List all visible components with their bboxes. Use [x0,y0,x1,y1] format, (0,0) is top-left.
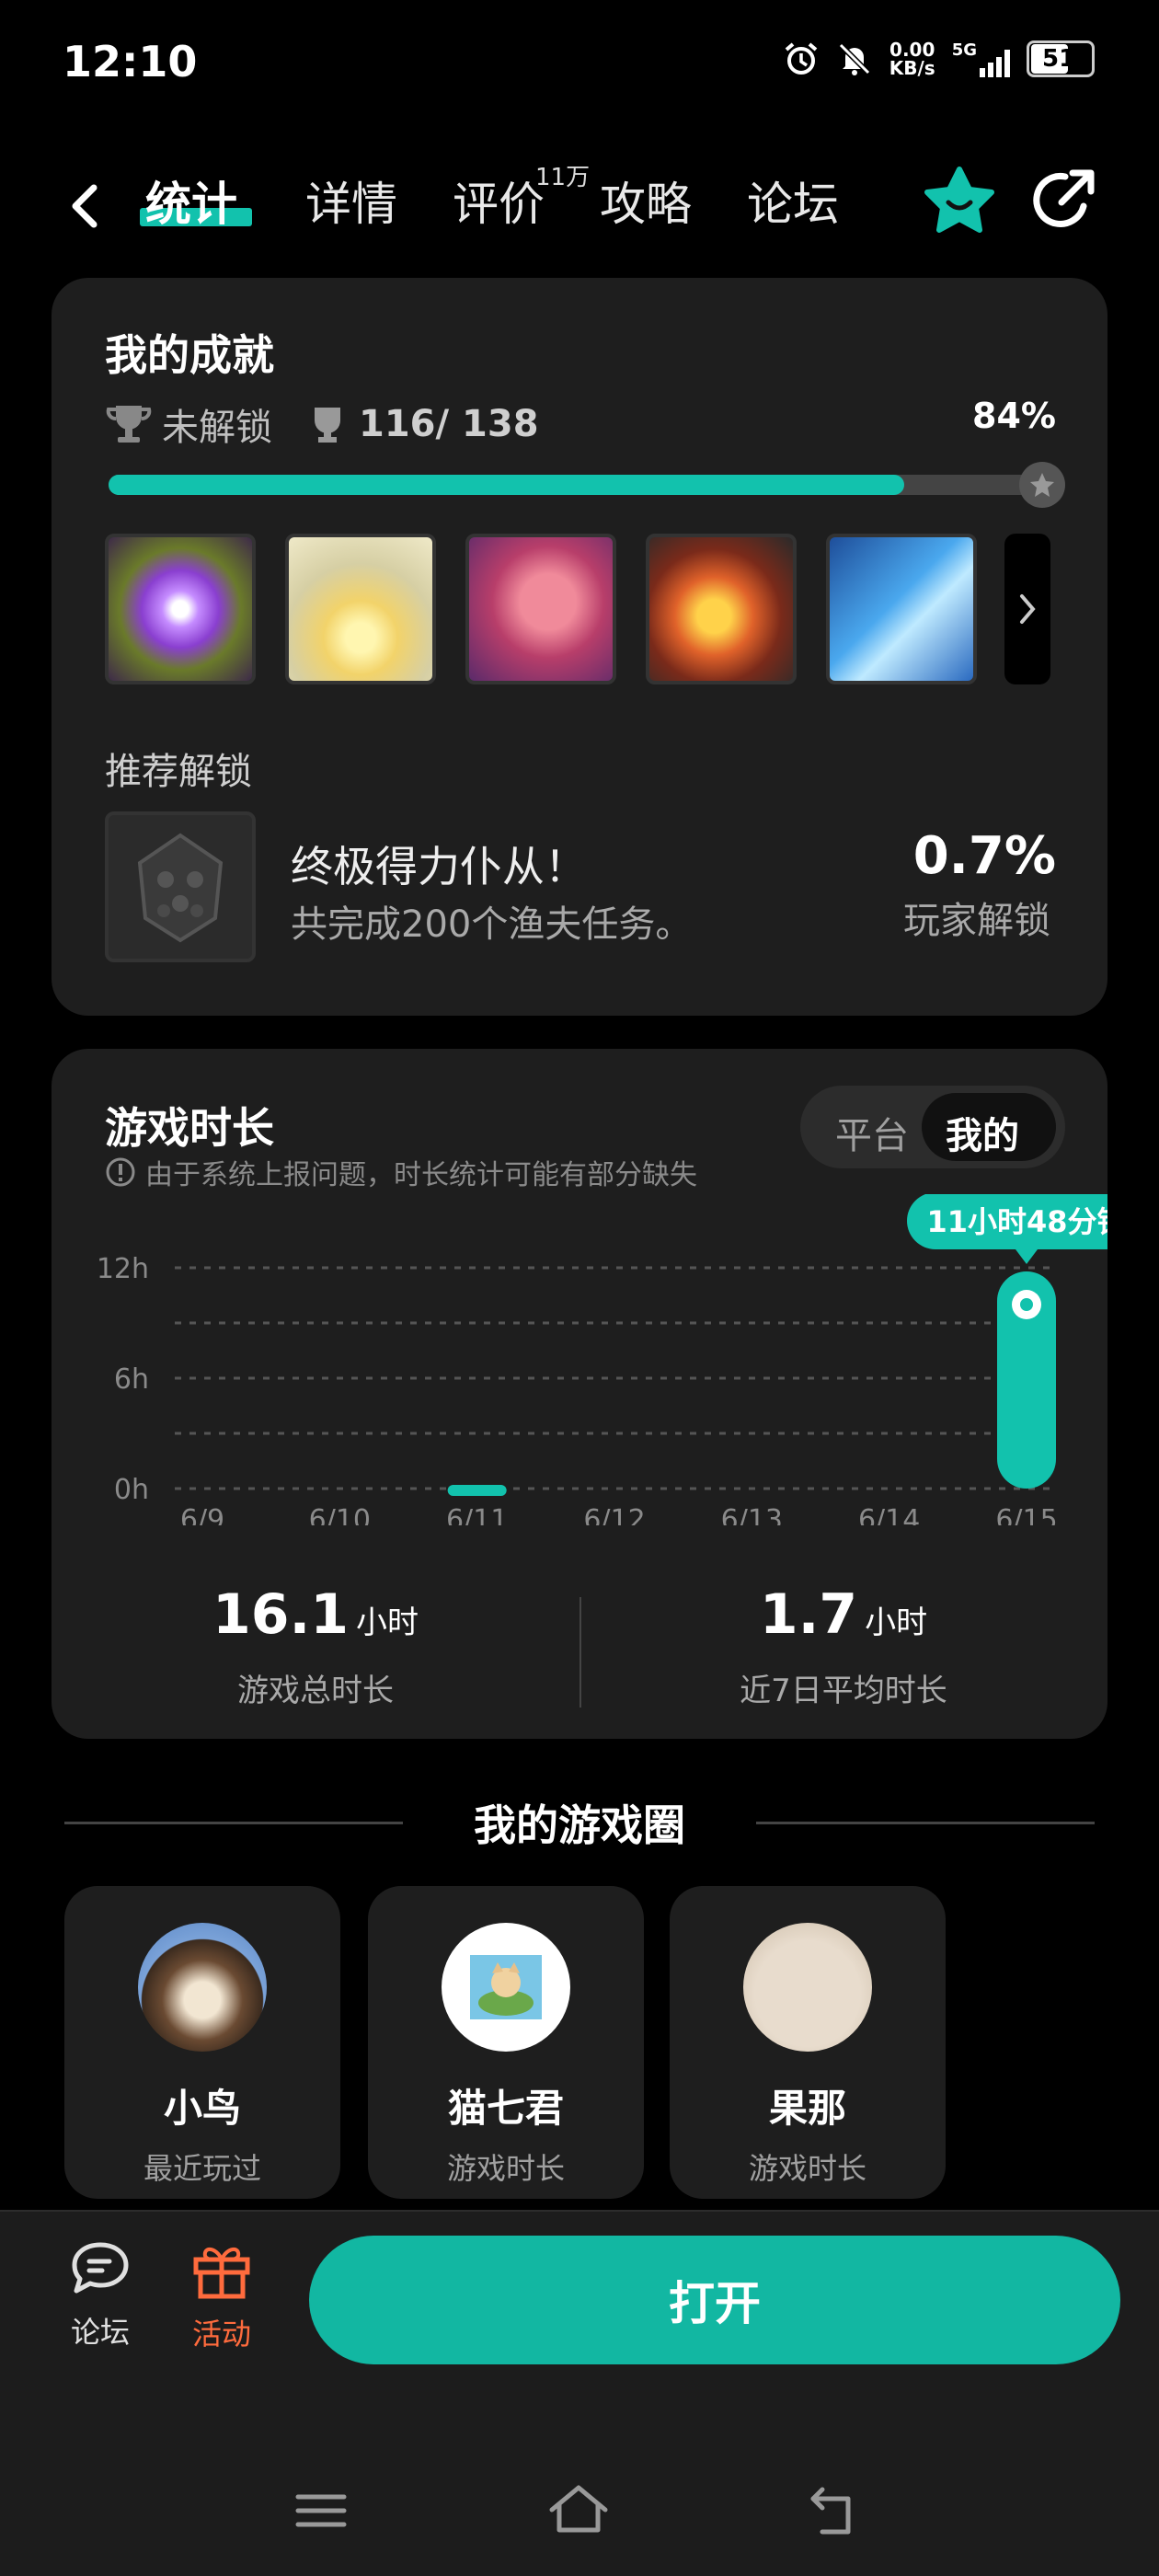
status-icons: 0.00 KB/s 5G 51 [783,40,1095,77]
more-achievements-button[interactable] [1004,534,1050,684]
share-icon[interactable] [1028,166,1098,236]
bar-value-label: 11小时48分钟 [926,1204,1107,1239]
status-bar: 12:10 0.00 KB/s 5G 51 [0,0,1159,129]
avatar [743,1923,872,2052]
alarm-icon [783,40,820,77]
recommended-name: 终极得力仆从！ [291,842,587,891]
activity-button[interactable]: 活动 [162,2239,281,2353]
total-playtime-unit: 小时 [356,1604,419,1641]
bar-marker-core [1020,1298,1033,1311]
home-icon[interactable] [546,2478,611,2543]
locked-label: 未解锁 [162,407,272,449]
achievement-thumbnails [105,534,977,684]
tab-details[interactable]: 详情 [305,167,397,234]
friend-name: 猫七君 [447,2086,564,2131]
forum-label: 论坛 [70,2315,130,2350]
bottom-action-bar: 论坛 活动 打开 [0,2210,1159,2576]
chat-bubble-icon [72,2242,129,2294]
y-tick-label: 12h [97,1253,149,1285]
top-nav: 统计 详情 评价 11万 攻略 论坛 [0,156,1159,258]
tab-forum[interactable]: 论坛 [747,167,839,234]
bubble-pointer [1016,1249,1038,1264]
playtime-note: 由于系统上报问题，时长统计可能有部分缺失 [105,1152,697,1192]
data-source-toggle: 平台 我的 [800,1086,1065,1168]
x-tick-label: 6/9 [180,1504,224,1525]
achievement-progress-bar [109,462,1065,508]
activity-label: 活动 [191,2317,251,2352]
y-tick-label: 6h [114,1363,149,1396]
clock: 12:10 [63,37,198,86]
total-playtime: 16.1 小时 游戏总时长 [52,1582,580,1710]
favorite-star-icon[interactable] [920,164,999,243]
chart-bar [447,1485,507,1496]
achievement-thumb-2[interactable] [285,534,436,684]
x-tick-label: 6/12 [583,1504,645,1525]
total-playtime-label: 游戏总时长 [237,1673,394,1709]
avatar [138,1923,267,2052]
back-icon[interactable] [804,2478,868,2543]
x-tick-label: 6/10 [309,1504,371,1525]
progress-end-icon [1019,462,1065,508]
recommended-percent-label: 玩家解锁 [903,900,1050,942]
progress-fill [109,475,905,495]
open-game-button[interactable]: 打开 [309,2236,1120,2364]
achievements-title: 我的成就 [105,330,274,380]
playtime-chart: 0h 6h 12h 6/9 6/10 6/11 6/12 6/13 6/14 6/15 11小时48… [97,1194,1107,1525]
recommended-desc: 共完成200个渔夫任务。 [291,903,693,946]
battery-icon: 51 [1027,40,1095,77]
achievement-thumb-4[interactable] [646,534,797,684]
achievement-count: 116/ 138 [359,403,539,445]
avg-playtime-label: 近7日平均时长 [740,1673,947,1709]
recommended-title: 推荐解锁 [105,751,252,793]
recommended-percent: 0.7% [912,826,1056,886]
trophy-icon [106,406,152,443]
achievement-thumb-3[interactable] [465,534,616,684]
total-playtime-value: 16.1 [212,1582,350,1647]
avg-playtime-unit: 小时 [865,1604,928,1641]
friend-sub: 最近玩过 [143,2151,261,2186]
x-tick-label: 6/11 [446,1504,508,1525]
playtime-title: 游戏时长 [105,1103,274,1153]
avg-playtime-value: 1.7 [759,1582,858,1647]
achievement-thumb-1[interactable] [105,534,256,684]
tab-stats[interactable]: 统计 [145,167,237,234]
x-tick-label: 6/13 [721,1504,783,1525]
forum-button[interactable]: 论坛 [40,2239,160,2352]
gift-icon [193,2248,250,2299]
info-icon [106,1157,135,1187]
y-tick-label: 0h [114,1474,149,1506]
achievement-thumb-5[interactable] [826,534,977,684]
recommended-achievement-image[interactable] [105,811,256,962]
game-circle-title: 我的游戏圈 [474,1800,685,1850]
friend-card[interactable]: 猫七君 游戏时长 [368,1886,644,2199]
x-tick-label: 6/14 [858,1504,920,1525]
playtime-card: 游戏时长 由于系统上报问题，时长统计可能有部分缺失 平台 我的 0h 6h 12h 6… [52,1049,1107,1739]
tab-reviews[interactable]: 评价 [453,167,545,234]
achievements-card: 我的成就 未解锁 116/ 138 84% 推荐解锁 终极得力仆从！ 共完成20… [52,278,1107,1016]
toggle-mine[interactable]: 我的 [946,1106,1019,1159]
friend-name: 小鸟 [163,2086,241,2131]
friend-sub: 游戏时长 [446,2151,565,2186]
tab-guides[interactable]: 攻略 [600,167,692,234]
mute-bell-icon [836,40,873,77]
chevron-right-icon [1020,594,1036,624]
cup-icon [315,408,340,443]
achievement-percent: 84% [972,396,1056,436]
friend-name: 果那 [768,2086,846,2131]
toggle-platform[interactable]: 平台 [835,1106,909,1159]
avg-playtime: 1.7 小时 近7日平均时长 [580,1582,1107,1710]
avatar [442,1923,570,2052]
friend-card[interactable]: 果那 游戏时长 [670,1886,946,2199]
friend-sub: 游戏时长 [748,2151,866,2186]
x-tick-label: 6/15 [995,1504,1057,1525]
back-arrow-icon[interactable] [61,173,107,237]
achievement-stats: 未解锁 116/ 138 [105,397,539,451]
reviews-count-badge: 11万 [535,164,591,191]
menu-icon[interactable] [289,2478,353,2543]
friend-card[interactable]: 小鸟 最近玩过 [64,1886,340,2199]
game-circle-header: 我的游戏圈 [0,1792,1159,1857]
net-speed: 0.00 KB/s [889,39,935,79]
signal-icon: 5G [952,40,1010,77]
